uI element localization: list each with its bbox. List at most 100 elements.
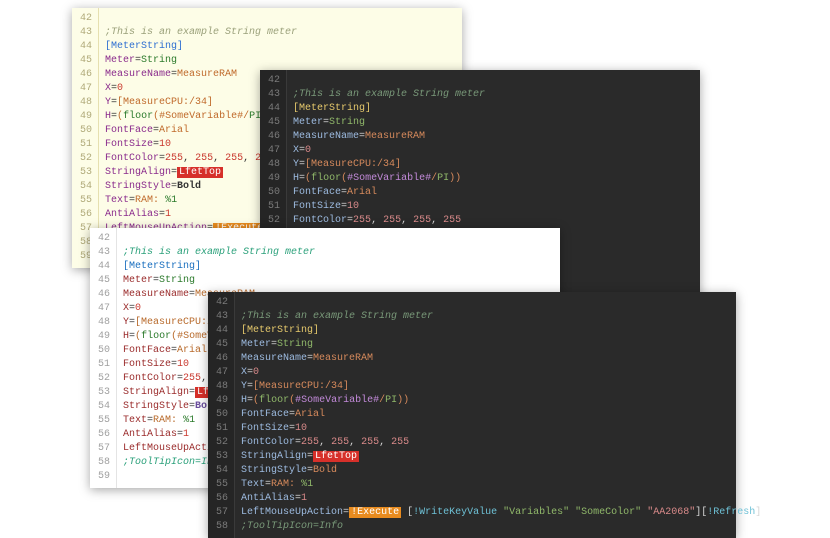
line-number: 53 [216, 450, 228, 464]
line-number: 49 [80, 110, 92, 124]
code-line: X=0 [241, 366, 761, 380]
line-number: 50 [80, 124, 92, 138]
line-number: 47 [98, 302, 110, 316]
code-line: Meter=String [293, 116, 690, 130]
line-number: 45 [216, 338, 228, 352]
line-number: 57 [216, 506, 228, 520]
line-number: 55 [98, 414, 110, 428]
gutter: 424344454647484950515253545556575859 [90, 228, 117, 488]
line-number: 48 [216, 380, 228, 394]
line-number: 46 [216, 352, 228, 366]
code-line: X=0 [293, 144, 690, 158]
code-line: [MeterString] [293, 102, 690, 116]
code-line: H=(floor(#SomeVariable#/PI)) [241, 394, 761, 408]
line-number: 44 [268, 102, 280, 116]
code-line [105, 12, 452, 26]
code-area[interactable]: ;This is an example String meter[MeterSt… [235, 292, 771, 538]
line-number: 42 [80, 12, 92, 26]
line-number: 47 [80, 82, 92, 96]
code-line: H=(floor(#SomeVariable#/PI)) [293, 172, 690, 186]
gutter: 4243444546474849505152535455565758 [208, 292, 235, 538]
line-number: 42 [216, 296, 228, 310]
code-line: FontFace=Arial [241, 408, 761, 422]
code-line: ;ToolTipIcon=Info [241, 520, 761, 534]
line-number: 43 [216, 310, 228, 324]
code-line: Meter=String [105, 54, 452, 68]
line-number: 51 [80, 138, 92, 152]
line-number: 53 [98, 386, 110, 400]
line-number: 47 [268, 144, 280, 158]
code-line: StringStyle=Bold [241, 464, 761, 478]
line-number: 58 [98, 456, 110, 470]
line-number: 52 [216, 436, 228, 450]
code-line: [MeterString] [123, 260, 550, 274]
line-number: 55 [216, 478, 228, 492]
code-line: FontSize=10 [241, 422, 761, 436]
line-number: 45 [98, 274, 110, 288]
line-number: 54 [98, 400, 110, 414]
line-number: 42 [268, 74, 280, 88]
line-number: 42 [98, 232, 110, 246]
code-line: ;This is an example String meter [293, 88, 690, 102]
line-number: 49 [268, 172, 280, 186]
code-line: ;This is an example String meter [105, 26, 452, 40]
code-line [123, 232, 550, 246]
line-number: 55 [80, 194, 92, 208]
code-line: FontSize=10 [293, 200, 690, 214]
code-line: ;This is an example String meter [123, 246, 550, 260]
code-line: FontFace=Arial [293, 186, 690, 200]
line-number: 56 [98, 428, 110, 442]
line-number: 44 [98, 260, 110, 274]
code-line: Meter=String [123, 274, 550, 288]
line-number: 52 [268, 214, 280, 228]
line-number: 52 [98, 372, 110, 386]
line-number: 59 [98, 470, 110, 484]
code-line: MeasureName=MeasureRAM [241, 352, 761, 366]
line-number: 48 [98, 316, 110, 330]
line-number: 56 [80, 208, 92, 222]
line-number: 47 [216, 366, 228, 380]
line-number: 45 [268, 116, 280, 130]
code-line: FontColor=255, 255, 255, 255 [241, 436, 761, 450]
code-line: MeasureName=MeasureRAM [293, 130, 690, 144]
line-number: 57 [98, 442, 110, 456]
code-line: Text=RAM: %1 [241, 478, 761, 492]
code-line: FontColor=255, 255, 255, 255 [293, 214, 690, 228]
code-line: Y=[MeasureCPU:/34] [241, 380, 761, 394]
code-line: AntiAlias=1 [241, 492, 761, 506]
line-number: 51 [268, 200, 280, 214]
line-number: 46 [268, 130, 280, 144]
line-number: 49 [216, 394, 228, 408]
code-line [293, 74, 690, 88]
code-line: [MeterString] [105, 40, 452, 54]
line-number: 48 [268, 158, 280, 172]
code-line: StringAlign=LfetTop [241, 450, 761, 464]
line-number: 50 [98, 344, 110, 358]
line-number: 54 [216, 464, 228, 478]
editor-pane-p4: 4243444546474849505152535455565758 ;This… [208, 292, 736, 538]
line-number: 46 [98, 288, 110, 302]
line-number: 53 [80, 166, 92, 180]
code-line: ;This is an example String meter [241, 310, 761, 324]
line-number: 56 [216, 492, 228, 506]
line-number: 46 [80, 68, 92, 82]
line-number: 45 [80, 54, 92, 68]
code-line: LeftMouseUpAction=!Execute [!WriteKeyVal… [241, 506, 761, 520]
code-line [241, 296, 761, 310]
line-number: 51 [98, 358, 110, 372]
code-line: Y=[MeasureCPU:/34] [293, 158, 690, 172]
line-number: 43 [80, 26, 92, 40]
line-number: 54 [80, 180, 92, 194]
line-number: 51 [216, 422, 228, 436]
line-number: 52 [80, 152, 92, 166]
line-number: 50 [216, 408, 228, 422]
line-number: 43 [98, 246, 110, 260]
code-line: [MeterString] [241, 324, 761, 338]
line-number: 44 [216, 324, 228, 338]
line-number: 58 [216, 520, 228, 534]
line-number: 44 [80, 40, 92, 54]
line-number: 43 [268, 88, 280, 102]
code-line: Meter=String [241, 338, 761, 352]
line-number: 49 [98, 330, 110, 344]
line-number: 50 [268, 186, 280, 200]
